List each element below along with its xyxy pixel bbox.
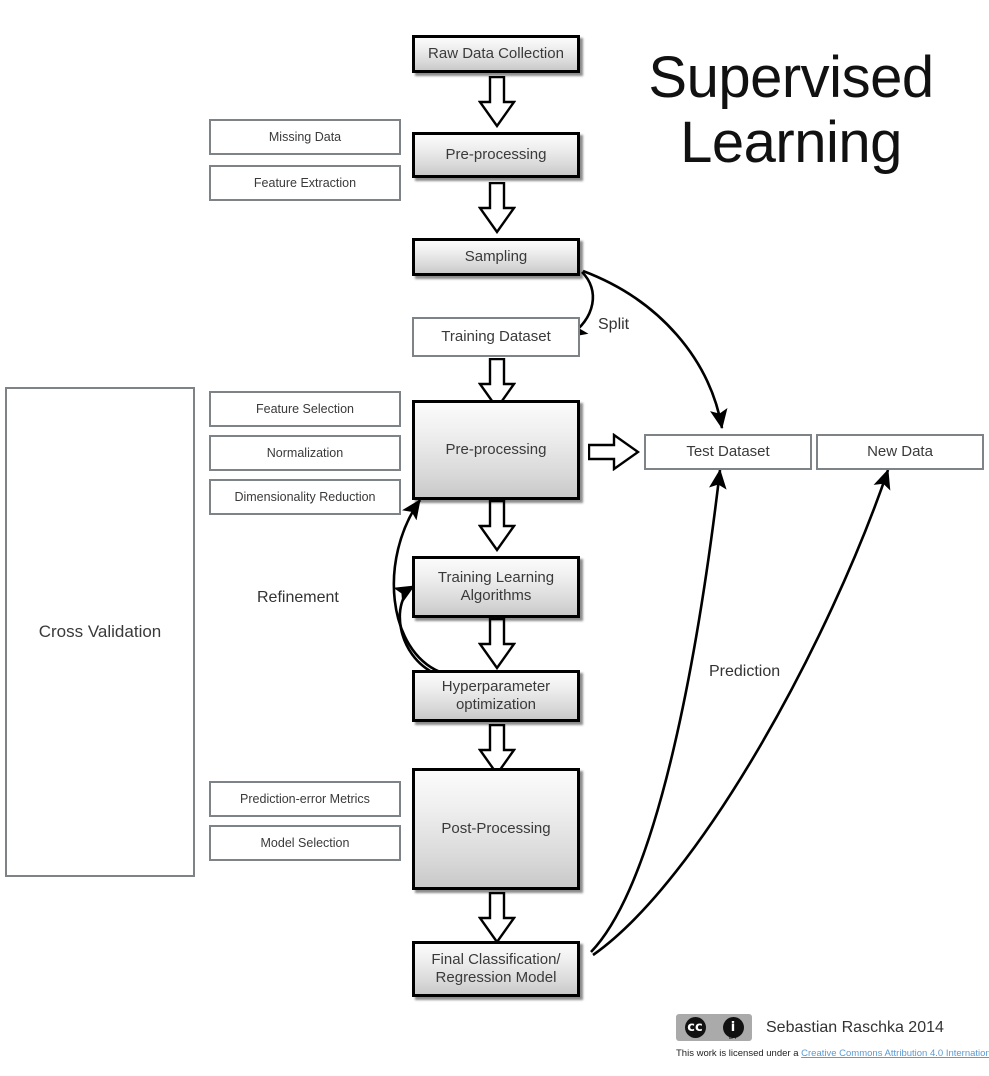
side-box-normalization[interactable]: Normalization	[209, 435, 401, 471]
node-cross-validation-label: Cross Validation	[38, 621, 162, 641]
node-training-dataset[interactable]: Training Dataset	[412, 317, 580, 357]
node-preprocessing-main[interactable]: Pre-processing	[412, 400, 580, 500]
node-raw-data-collection-label: Raw Data Collection	[428, 45, 564, 63]
side-box-model-selection[interactable]: Model Selection	[209, 825, 401, 861]
node-hyperparameter-optimization[interactable]: Hyperparameter optimization	[412, 670, 580, 722]
node-final-model[interactable]: Final Classification/ Regression Model	[412, 941, 580, 997]
node-training-dataset-label: Training Dataset	[441, 328, 551, 346]
license-statement: This work is licensed under a Creative C…	[676, 1048, 989, 1059]
page-title: Supervised Learning	[596, 45, 986, 176]
node-preprocessing-main-label: Pre-processing	[445, 441, 547, 459]
node-training-learning-algorithms[interactable]: Training Learning Algorithms	[412, 556, 580, 618]
side-box-feature-selection-label: Feature Selection	[256, 401, 354, 416]
node-training-learning-algorithms-label: Training Learning Algorithms	[438, 569, 554, 604]
block-arrow-down-1	[478, 76, 516, 128]
node-new-data[interactable]: New Data	[816, 434, 984, 470]
edge-prediction-to-new-data	[592, 469, 891, 957]
node-hyperparameter-optimization-label: Hyperparameter optimization	[442, 678, 550, 713]
license-prefix: This work is licensed under a	[676, 1048, 802, 1059]
edge-prediction-to-test	[590, 468, 727, 953]
block-arrow-right-1	[588, 433, 640, 471]
side-box-normalization-label: Normalization	[266, 445, 344, 460]
block-arrow-down-5	[478, 618, 516, 670]
creative-commons-icon[interactable]: cc i BY	[676, 1014, 752, 1041]
node-test-dataset[interactable]: Test Dataset	[644, 434, 812, 470]
side-box-missing-data-label: Missing Data	[268, 129, 342, 144]
side-box-model-selection-label: Model Selection	[260, 835, 350, 850]
node-preprocessing-top[interactable]: Pre-processing	[412, 132, 580, 178]
block-arrow-down-7	[478, 892, 516, 944]
side-box-dimensionality-reduction-label: Dimensionality Reduction	[234, 489, 376, 504]
author-attribution: Sebastian Raschka 2014	[766, 1018, 944, 1036]
node-final-model-line-2: Regression Model	[435, 969, 557, 986]
node-sampling-label: Sampling	[464, 248, 528, 266]
node-cross-validation[interactable]: Cross Validation	[5, 387, 195, 877]
by-label: BY	[728, 1035, 738, 1041]
side-box-feature-extraction-label: Feature Extraction	[253, 175, 357, 190]
node-post-processing-label: Post-Processing	[441, 820, 551, 838]
license-attribution-row: cc i BY Sebastian Raschka 2014	[676, 1014, 989, 1041]
page-title-line-2: Learning	[680, 109, 902, 175]
cc-glyph: cc	[684, 1017, 706, 1038]
side-box-prediction-error-metrics-label: Prediction-error Metrics	[240, 791, 370, 806]
edge-label-split: Split	[598, 316, 630, 333]
node-final-model-label: Final Classification/ Regression Model	[431, 951, 560, 986]
node-hyperparameter-optimization-line-1: Hyperparameter	[441, 678, 551, 696]
edge-label-refinement: Refinement	[257, 589, 339, 606]
node-new-data-label: New Data	[867, 443, 933, 461]
edge-label-prediction: Prediction	[709, 663, 781, 680]
node-training-learning-algorithms-line-1: Training Learning	[437, 569, 555, 587]
license-footer: cc i BY Sebastian Raschka 2014 This work…	[676, 1014, 989, 1059]
node-test-dataset-label: Test Dataset	[686, 443, 770, 461]
node-sampling[interactable]: Sampling	[412, 238, 580, 276]
node-preprocessing-top-label: Pre-processing	[445, 146, 547, 164]
node-post-processing[interactable]: Post-Processing	[412, 768, 580, 890]
side-box-prediction-error-metrics[interactable]: Prediction-error Metrics	[209, 781, 401, 817]
side-box-dimensionality-reduction[interactable]: Dimensionality Reduction	[209, 479, 401, 515]
block-arrow-down-2	[478, 182, 516, 234]
node-hyperparameter-optimization-line-2: optimization	[455, 696, 537, 713]
node-raw-data-collection[interactable]: Raw Data Collection	[412, 35, 580, 73]
license-link[interactable]: Creative Commons Attribution 4.0 Interna…	[801, 1048, 989, 1059]
side-box-missing-data[interactable]: Missing Data	[209, 119, 401, 155]
side-box-feature-extraction[interactable]: Feature Extraction	[209, 165, 401, 201]
node-training-learning-algorithms-line-2: Algorithms	[460, 587, 532, 604]
edge-split-to-test	[582, 269, 728, 430]
page-title-line-1: Supervised	[648, 45, 934, 110]
block-arrow-down-4	[478, 500, 516, 552]
side-box-feature-selection[interactable]: Feature Selection	[209, 391, 401, 427]
node-final-model-line-1: Final Classification/	[431, 951, 561, 969]
diagram-canvas: Supervised Learning Raw Data Collection …	[0, 0, 989, 1076]
